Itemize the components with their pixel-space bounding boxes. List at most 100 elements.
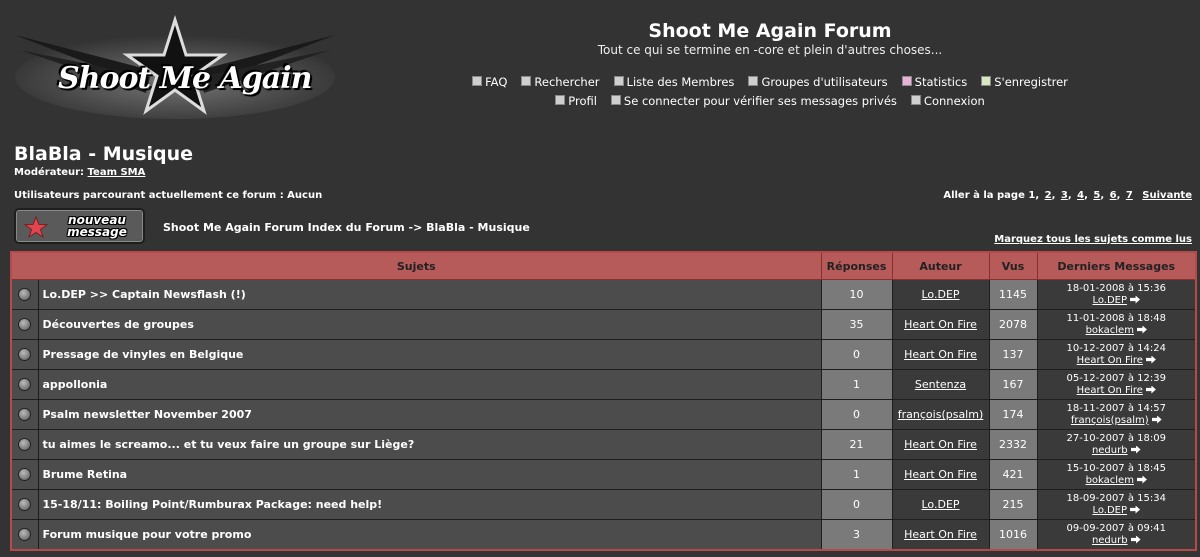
table-row: Découvertes de groupes 35 Heart On Fire … (10, 309, 1197, 340)
nav-statistics-label: Statistics (914, 75, 968, 89)
pagination-page-link[interactable]: 5 (1093, 190, 1100, 201)
views-count: 174 (988, 399, 1038, 430)
last-post-date: 18-09-2007 à 15:34 (1066, 492, 1166, 504)
last-post-author-link[interactable]: nedurb (1092, 535, 1128, 546)
last-post-date: 18-11-2007 à 14:57 (1066, 402, 1166, 414)
nav-memberlist[interactable]: Liste des Membres (613, 75, 734, 89)
goto-last-post-icon[interactable] (1145, 385, 1156, 394)
nav-search[interactable]: Rechercher (521, 75, 600, 89)
topic-title-link[interactable]: Pressage de vinyles en Belgique (43, 348, 244, 361)
nav-statistics[interactable]: Statistics (901, 75, 968, 89)
pagination-page-link[interactable]: 6 (1110, 190, 1117, 201)
last-post-author-link[interactable]: bokaclem (1086, 475, 1134, 486)
replies-count: 21 (820, 429, 893, 460)
views-count: 421 (988, 459, 1038, 490)
author-link[interactable]: Lo.DEP (922, 288, 960, 301)
author-link[interactable]: françois(psalm) (898, 408, 983, 421)
last-post-date: 18-01-2008 à 15:36 (1066, 282, 1166, 294)
goto-last-post-icon[interactable] (1130, 445, 1141, 454)
replies-count: 1 (820, 459, 893, 490)
topic-folder-icon (18, 468, 32, 482)
topic-folder-icon (18, 498, 32, 512)
logo-text: Shoot Me Again (58, 61, 312, 96)
new-topic-button-label: nouveau message (54, 214, 140, 238)
replies-count: 0 (820, 339, 893, 370)
pagination-page-link[interactable]: 2 (1045, 190, 1052, 201)
pagination-page-link[interactable]: 4 (1077, 190, 1084, 201)
topic-title-link[interactable]: Psalm newsletter November 2007 (43, 408, 252, 421)
users-online: Utilisateurs parcourant actuellement ce … (14, 190, 323, 201)
last-post-author-link[interactable]: françois(psalm) (1071, 415, 1149, 426)
author-link[interactable]: Heart On Fire (904, 468, 977, 481)
author-link[interactable]: Heart On Fire (904, 438, 977, 451)
nav-login[interactable]: Connexion (910, 94, 985, 108)
table-row: appollonia 1 Sentenza 167 05-12-2007 à 1… (10, 369, 1197, 400)
last-post-author-link[interactable]: nedurb (1092, 445, 1128, 456)
nav-login-label: Connexion (923, 94, 985, 108)
author-link[interactable]: Heart On Fire (904, 348, 977, 361)
last-post-author-link[interactable]: bokaclem (1086, 325, 1134, 336)
views-count: 215 (988, 489, 1038, 520)
author-link[interactable]: Heart On Fire (904, 318, 977, 331)
topic-folder-icon (18, 438, 32, 452)
last-post-author-link[interactable]: Lo.DEP (1092, 505, 1127, 516)
header-last-post: Derniers Messages (1036, 251, 1197, 280)
goto-last-post-icon[interactable] (1151, 415, 1162, 424)
replies-count: 0 (820, 399, 893, 430)
last-post-author-link[interactable]: Lo.DEP (1092, 295, 1127, 306)
last-post-author-link[interactable]: Heart On Fire (1077, 355, 1143, 366)
nav-register[interactable]: S'enregistrer (981, 75, 1068, 89)
last-post-date: 05-12-2007 à 12:39 (1066, 372, 1166, 384)
author-link[interactable]: Sentenza (915, 378, 966, 391)
topic-folder-icon (18, 378, 32, 392)
last-post-date: 10-12-2007 à 14:24 (1066, 342, 1166, 354)
replies-count: 3 (820, 519, 893, 551)
topic-title-link[interactable]: tu aimes le screamo... et tu veux faire … (43, 438, 415, 451)
table-row: Lo.DEP >> Captain Newsflash (!) 10 Lo.DE… (10, 279, 1197, 310)
topic-title-link[interactable]: Brume Retina (43, 468, 128, 481)
star-icon (24, 216, 48, 238)
moderator-link[interactable]: Team SMA (88, 167, 146, 178)
main-nav-row-1: FAQ Rechercher Liste des Membres Groupes… (420, 75, 1120, 89)
nav-profile[interactable]: Profil (555, 94, 597, 108)
topic-title-link[interactable]: Forum musique pour votre promo (43, 528, 252, 541)
author-link[interactable]: Lo.DEP (922, 498, 960, 511)
goto-last-post-icon[interactable] (1130, 505, 1141, 514)
nav-usergroups[interactable]: Groupes d'utilisateurs (748, 75, 888, 89)
site-logo[interactable]: Shoot Me Again (10, 14, 340, 120)
mark-all-read-link[interactable]: Marquez tous les sujets comme lus (994, 234, 1192, 245)
author-link[interactable]: Heart On Fire (904, 528, 977, 541)
breadcrumb-current-link[interactable]: BlaBla - Musique (426, 221, 530, 234)
last-post-author-link[interactable]: Heart On Fire (1077, 385, 1143, 396)
nav-register-label: S'enregistrer (994, 75, 1068, 89)
goto-last-post-icon[interactable] (1136, 325, 1147, 334)
pagination-page-link[interactable]: 3 (1061, 190, 1068, 201)
memberlist-icon (613, 76, 624, 86)
usergroups-icon (748, 76, 759, 86)
goto-last-post-icon[interactable] (1130, 295, 1141, 304)
topic-title-link[interactable]: 15-18/11: Boiling Point/Rumburax Package… (43, 498, 383, 511)
table-row: tu aimes le screamo... et tu veux faire … (10, 429, 1197, 460)
statistics-icon (901, 76, 912, 86)
topic-folder-icon (18, 318, 32, 332)
replies-count: 35 (820, 309, 893, 340)
replies-count: 10 (820, 279, 893, 310)
table-row: 15-18/11: Boiling Point/Rumburax Package… (10, 489, 1197, 520)
goto-last-post-icon[interactable] (1130, 535, 1141, 544)
nav-faq[interactable]: FAQ (472, 75, 507, 89)
views-count: 137 (988, 339, 1038, 370)
new-topic-button-line2: message (67, 225, 127, 239)
goto-last-post-icon[interactable] (1145, 355, 1156, 364)
nav-usergroups-label: Groupes d'utilisateurs (761, 75, 888, 89)
nav-private-messages[interactable]: Se connecter pour vérifier ses messages … (610, 94, 897, 108)
main-nav-row-2: Profil Se connecter pour vérifier ses me… (420, 94, 1120, 108)
pagination-next-link[interactable]: Suivante (1142, 190, 1192, 201)
topic-title-link[interactable]: Lo.DEP >> Captain Newsflash (!) (43, 288, 246, 301)
breadcrumb-index-link[interactable]: Shoot Me Again Forum Index du Forum (163, 221, 405, 234)
goto-last-post-icon[interactable] (1136, 475, 1147, 484)
table-row: Forum musique pour votre promo 3 Heart O… (10, 519, 1197, 551)
topic-title-link[interactable]: appollonia (43, 378, 108, 391)
new-topic-button[interactable]: nouveau message (14, 208, 145, 244)
topic-title-link[interactable]: Découvertes de groupes (43, 318, 194, 331)
pagination-page-link[interactable]: 7 (1126, 190, 1133, 201)
